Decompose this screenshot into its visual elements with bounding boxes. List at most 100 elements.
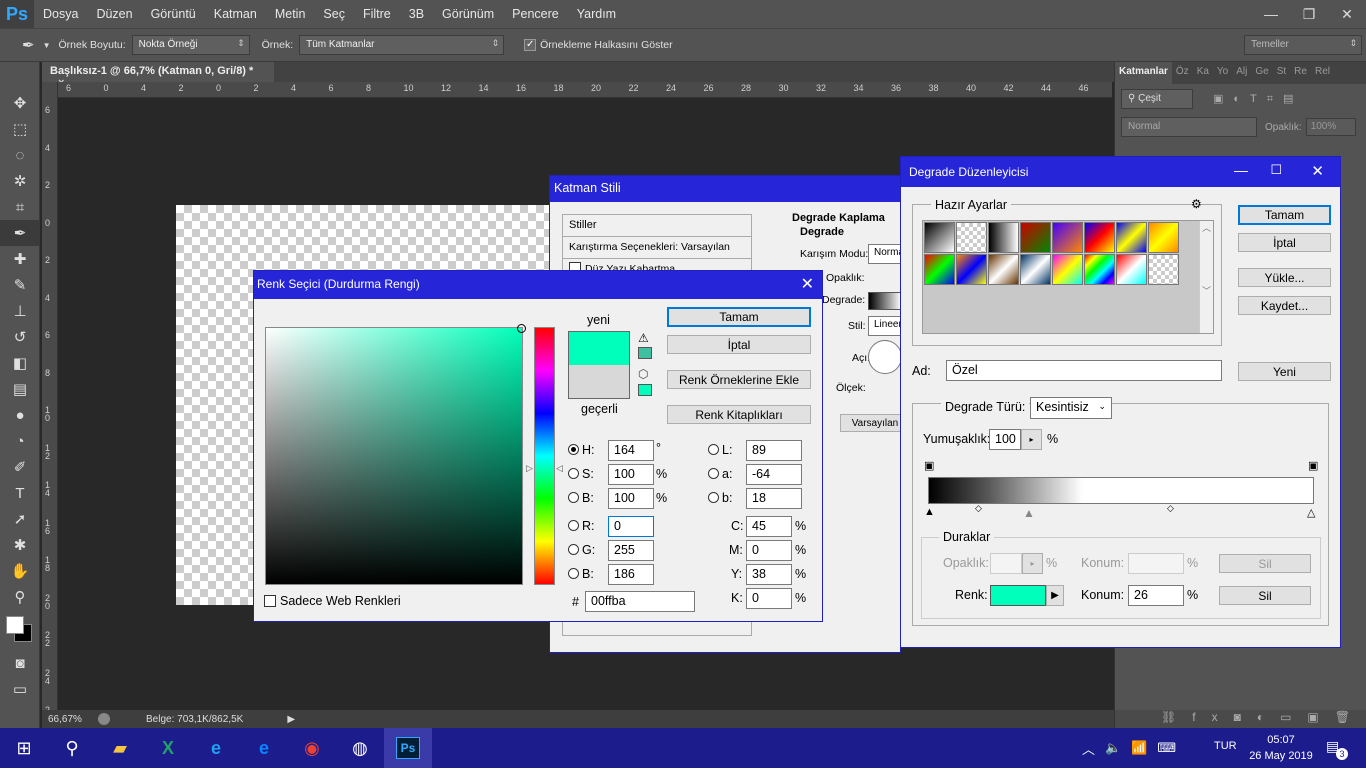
document-tab[interactable]: Başlıksız-1 @ 66,7% (Katman 0, Gri/8) * … [42, 62, 274, 89]
gradient-preset[interactable] [1052, 222, 1083, 253]
panel-tab[interactable]: Ge [1251, 62, 1272, 84]
opacity-stop-right-icon[interactable]: ▣ [1308, 459, 1318, 472]
tray-chevron-icon[interactable]: ︿ [1082, 739, 1105, 758]
ge-cancel-button[interactable]: İptal [1238, 233, 1331, 252]
delete-color-stop-button[interactable]: Sil [1219, 586, 1311, 605]
excel-icon[interactable]: X [144, 728, 192, 768]
lab-b-field[interactable]: 18 [746, 488, 802, 509]
r-radio[interactable]: R: [568, 519, 595, 533]
web-safe-swatch[interactable] [638, 384, 652, 396]
menu-item[interactable]: Metin [266, 0, 315, 28]
sample-size-select[interactable]: Nokta Örneği [131, 35, 250, 55]
load-button[interactable]: Yükle... [1238, 268, 1331, 287]
chrome-icon[interactable]: ◉ [288, 728, 336, 768]
color-stop-selected-icon[interactable]: ▲ [1023, 506, 1035, 520]
gradient-preset[interactable] [1116, 254, 1147, 285]
path-select-icon[interactable]: ➚ [0, 506, 40, 532]
panel-tab[interactable]: Ka [1193, 62, 1213, 84]
color-stop-left-icon[interactable]: ▲ [924, 506, 935, 518]
color-field-cursor[interactable] [517, 324, 526, 333]
windows-start-icon[interactable]: ⊞ [0, 728, 48, 768]
smoothness-arrow-icon[interactable]: ▸ [1021, 429, 1042, 450]
layer-filter-select[interactable]: ⚲ Çeşit [1121, 89, 1193, 109]
healing-tool-icon[interactable]: ✚ [0, 246, 40, 272]
type-select[interactable]: Kesintisiz ⌄ [1030, 397, 1112, 419]
internet-explorer-icon[interactable]: e [192, 728, 240, 768]
blend-mode-select[interactable]: Normal [1121, 117, 1257, 137]
ls-gradient-preview[interactable] [868, 292, 902, 310]
status-arrow-icon[interactable]: ▶ [287, 714, 295, 725]
blend-mode-field[interactable]: Normal [868, 244, 906, 264]
save-button[interactable]: Kaydet... [1238, 296, 1331, 315]
color-libraries-button[interactable]: Renk Kitaplıkları [667, 405, 811, 424]
gradient-preset[interactable] [1116, 222, 1147, 253]
shape-tool-icon[interactable]: ✱ [0, 532, 40, 558]
cancel-button[interactable]: İptal [667, 335, 811, 354]
r-field[interactable]: 0 [608, 516, 654, 537]
blur-tool-icon[interactable]: ● [0, 402, 40, 428]
maximize-icon[interactable]: ☐ [1270, 162, 1282, 178]
panel-tab[interactable]: Katmanlar [1115, 62, 1172, 84]
h-field[interactable]: 164 [608, 440, 654, 461]
restore-icon[interactable]: ❐ [1290, 0, 1328, 28]
photoshop-taskbar-icon[interactable]: Ps [384, 728, 432, 768]
midpoint-1-icon[interactable]: ◇ [975, 503, 982, 514]
stop-color-swatch[interactable] [990, 585, 1046, 606]
color-field[interactable] [265, 324, 526, 585]
volume-icon[interactable]: 🔈 [1105, 740, 1131, 756]
smoothness-field[interactable]: 100 [989, 429, 1021, 450]
panel-tab[interactable]: St [1273, 62, 1290, 84]
gradient-preset[interactable] [1052, 254, 1083, 285]
stop-opacity-arrow-icon[interactable]: ▸ [1022, 553, 1043, 574]
gradient-preset[interactable] [1020, 254, 1051, 285]
ring-checkbox[interactable]: ✓ [524, 39, 537, 51]
c-field[interactable]: 45 [746, 516, 792, 537]
ls-style-field[interactable]: Lineer [868, 316, 902, 336]
hex-field[interactable]: 00ffba [585, 591, 695, 612]
pen-tool-icon[interactable]: ✐ [0, 454, 40, 480]
color-location-field[interactable]: 26 [1128, 585, 1184, 606]
opacity-stop-left-icon[interactable]: ▣ [924, 459, 934, 472]
clock[interactable]: 05:07 26 May 2019 [1246, 732, 1316, 764]
brush-tool-icon[interactable]: ✎ [0, 272, 40, 298]
menu-item[interactable]: Dosya [34, 0, 87, 28]
panel-tab[interactable]: Rel [1311, 62, 1334, 84]
foreground-color[interactable] [6, 616, 24, 634]
menu-item[interactable]: Pencere [503, 0, 568, 28]
new-button[interactable]: Yeni [1238, 362, 1331, 381]
blue-field[interactable]: 186 [608, 564, 654, 585]
s-field[interactable]: 100 [608, 464, 654, 485]
angle-dial[interactable] [868, 340, 902, 374]
midpoint-2-icon[interactable]: ◇ [1167, 503, 1174, 514]
history-brush-icon[interactable]: ↺ [0, 324, 40, 350]
gradient-preset[interactable] [1084, 222, 1115, 253]
menu-item[interactable]: Düzen [87, 0, 141, 28]
stop-opacity-field[interactable] [990, 553, 1022, 574]
menu-item[interactable]: Filtre [354, 0, 400, 28]
minimize-icon[interactable]: — [1252, 0, 1290, 28]
move-tool-icon[interactable]: ✥ [0, 90, 40, 116]
panel-tab[interactable]: Re [1290, 62, 1311, 84]
a-field[interactable]: -64 [746, 464, 802, 485]
layer-actions[interactable]: ⛓fx◙◐▭▣🗑 [1115, 710, 1366, 728]
hand-tool-icon[interactable]: ✋ [0, 558, 40, 584]
delete-opacity-stop-button[interactable]: Sil [1219, 554, 1311, 573]
l-radio[interactable]: L: [708, 443, 732, 457]
menu-item[interactable]: Görünüm [433, 0, 503, 28]
styles-header[interactable]: Stiller [563, 215, 751, 237]
close-icon[interactable]: ✕ [1311, 162, 1324, 180]
close-icon[interactable]: ✕ [801, 274, 814, 294]
brightness-radio[interactable]: B: [568, 491, 594, 505]
l-field[interactable]: 89 [746, 440, 802, 461]
stop-color-arrow-icon[interactable]: ▶ [1046, 585, 1064, 606]
minimize-icon[interactable]: — [1234, 162, 1248, 178]
gradient-tool-icon[interactable]: ▤ [0, 376, 40, 402]
gamut-swatch[interactable] [638, 347, 652, 359]
panel-tab[interactable]: Alj [1232, 62, 1251, 84]
menu-item[interactable]: Yardım [568, 0, 625, 28]
obs-icon[interactable]: ◍ [336, 728, 384, 768]
eyedropper-icon[interactable]: ✒ [22, 36, 35, 54]
quick-mask-icon[interactable]: ◙ [0, 650, 40, 676]
m-field[interactable]: 0 [746, 540, 792, 561]
network-icon[interactable]: 📶 [1131, 740, 1157, 756]
